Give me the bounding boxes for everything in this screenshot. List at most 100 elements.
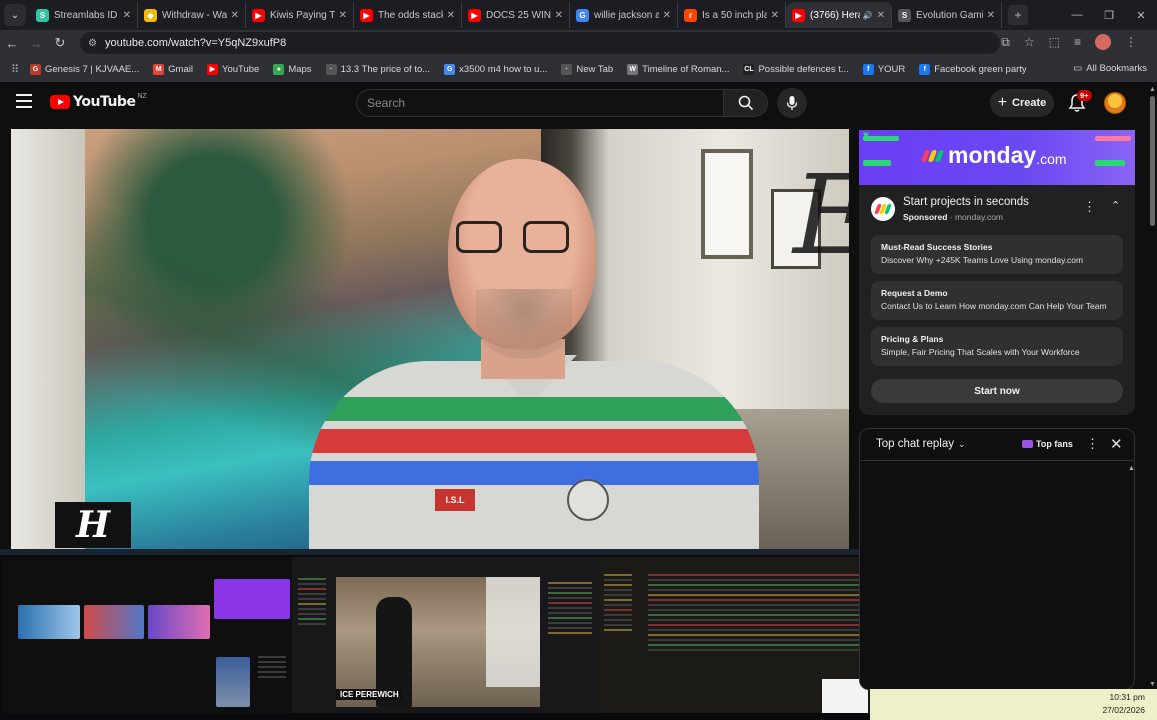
browser-tab[interactable]: ▶ (3766) Hera 🔊 ✕ [786,2,892,28]
ad-sitelink[interactable]: Pricing & Plans Simple, Fair Pricing Tha… [871,327,1123,366]
youtube-play-icon [50,95,70,109]
bookmark-item[interactable]: CL Possible defences t... [743,63,849,75]
overlaid-desktop-thumbnail: ICE PEREWICH [0,549,870,720]
create-button[interactable]: + Create [990,89,1054,117]
ad-sitelink-heading: Request a Demo [881,288,948,298]
bookmark-item[interactable]: f YOUR [862,63,906,75]
gothic-letter-decor: E [793,151,849,279]
bookmark-favicon-icon: G [444,63,456,75]
collapse-chevron-icon[interactable]: ⌃ [1111,199,1120,212]
scroll-up-icon[interactable]: ▲ [1149,86,1156,93]
top-fans-button[interactable]: Top fans [1022,439,1073,449]
ad-title[interactable]: Start projects in seconds [903,196,1029,208]
overlay-text-lines [252,653,292,681]
bookmark-item[interactable]: · New Tab [561,63,614,75]
channel-watermark: H [55,502,131,548]
overlay-code-lines [642,571,868,654]
crown-icon [1022,440,1033,448]
restore-icon[interactable]: ❐ [1093,0,1125,30]
tab-title: willie jackson ag [594,9,659,21]
close-window-icon[interactable]: ✕ [1125,0,1157,30]
tab-favicon-icon: ▶ [468,8,481,22]
ad-sitelink-heading: Must-Read Success Stories [881,242,993,252]
address-bar[interactable]: ⚙ youtube.com/watch?v=Y5qNZ9xufP8 [80,32,1000,54]
bookmark-item[interactable]: ▶ YouTube [206,63,259,75]
all-bookmarks-button[interactable]: ▭ All Bookmarks [1073,63,1147,74]
ad-sitelink[interactable]: Request a Demo Contact Us to Learn How m… [871,281,1123,320]
bookmark-item[interactable]: Gx3500 m4 how to u... [444,63,547,75]
apps-grid-icon[interactable]: ⠿ [0,63,30,76]
tab-close-icon[interactable]: ✕ [987,10,995,21]
tab-search-button[interactable]: ⌄ [4,4,26,26]
scroll-up-icon[interactable]: ▲ [1128,465,1134,472]
search-input[interactable]: Search [356,89,724,117]
close-icon[interactable]: ✕ [1110,435,1123,453]
browser-tab[interactable]: S Streamlabs ID - ✕ [30,2,138,28]
tab-close-icon[interactable]: ✕ [771,10,779,21]
advertiser-logo-icon[interactable] [871,197,895,221]
sponsored-label: Sponsored [903,212,948,222]
bookmark-item[interactable]: M Gmail [153,63,193,75]
forward-icon[interactable]: → [24,36,48,51]
browser-tab[interactable]: r Is a 50 inch plas ✕ [678,2,786,28]
bookmark-label: New Tab [576,63,614,75]
media-icon[interactable]: ≡ [1074,35,1081,49]
ad-start-now-button[interactable]: Start now [871,379,1123,403]
bookmark-item[interactable]: ● Maps [273,63,312,75]
search-button[interactable] [724,89,768,117]
page-scrollbar[interactable]: ▲ ▼ [1147,84,1157,690]
youtube-logo[interactable]: YouTube NZ [50,92,147,110]
ad-sitelink-description: Simple, Fair Pricing That Scales with Yo… [881,347,1080,357]
back-icon[interactable]: ← [0,36,24,51]
country-code: NZ [137,92,147,100]
browser-tab[interactable]: ▶ DOCS 25 WIN ✕ [462,2,570,28]
tab-close-icon[interactable]: ✕ [447,10,455,21]
bookmark-label: Possible defences t... [758,63,849,75]
overlay-name-tag: ICE PEREWICH [336,689,403,700]
tab-close-icon[interactable]: ✕ [663,10,671,21]
browser-tab[interactable]: S Evolution Gami ✕ [892,2,1002,28]
guide-menu-icon[interactable] [16,94,32,108]
ad-more-icon[interactable]: ⋮ [1083,199,1096,215]
bookmark-item[interactable]: f Facebook green party [919,63,1027,75]
tab-close-icon[interactable]: ✕ [877,10,885,21]
minimize-icon[interactable]: — [1061,0,1093,30]
ad-banner[interactable]: ♥ monday .com [859,130,1135,185]
bookmark-label: YOUR [877,63,906,75]
tab-audio-icon[interactable]: 🔊 [863,11,873,20]
tab-close-icon[interactable]: ✕ [555,10,563,21]
ad-card: Start projects in seconds Sponsored · mo… [859,185,1135,415]
bookmark-item[interactable]: W Timeline of Roman... [627,63,729,75]
extensions-icon[interactable]: ⬚ [1049,35,1060,49]
browser-tab[interactable]: ◆ Withdraw - Wallet ✕ [138,2,246,28]
scrollbar-thumb[interactable] [1150,96,1155,226]
new-tab-button[interactable]: + [1008,5,1028,25]
tab-favicon-icon: ▶ [792,8,805,22]
menu-icon[interactable]: ⋮ [1125,35,1137,49]
tab-close-icon[interactable]: ✕ [339,10,347,21]
tab-title: Streamlabs ID - [54,9,119,21]
site-info-icon[interactable]: ⚙ [88,38,97,49]
wall-frame [701,149,753,259]
install-icon[interactable]: ⧉ [1001,35,1010,50]
overlay-thumbnail [84,605,144,639]
bookmark-star-icon[interactable]: ☆ [1024,35,1035,49]
profile-avatar[interactable] [1095,34,1111,50]
chat-scrollbar[interactable]: ▲ [1128,465,1134,685]
browser-tab[interactable]: Gwillie jackson ag ✕ [570,2,678,28]
video-player[interactable]: E I.S.L H [11,129,849,549]
tab-close-icon[interactable]: ✕ [123,10,131,21]
chat-more-icon[interactable]: ⋮ [1086,436,1099,452]
reload-icon[interactable]: ↻ [48,35,72,51]
tab-close-icon[interactable]: ✕ [231,10,239,21]
system-clock[interactable]: 10:31 pm 27/02/2026 [1102,691,1145,717]
account-avatar[interactable] [1104,92,1126,114]
browser-tab[interactable]: ▶ The odds stacked ✕ [354,2,462,28]
scroll-down-icon[interactable]: ▼ [1149,681,1156,688]
bookmark-item[interactable]: · 13.3 The price of to... [325,63,430,75]
chat-mode-dropdown[interactable]: Top chat replay ⌄ [876,438,966,450]
bookmark-item[interactable]: G Genesis 7 | KJVAAE... [30,63,139,75]
voice-search-button[interactable] [777,88,807,118]
browser-tab[interactable]: ▶ Kiwis Paying The ✕ [246,2,354,28]
ad-sitelink[interactable]: Must-Read Success Stories Discover Why +… [871,235,1123,274]
